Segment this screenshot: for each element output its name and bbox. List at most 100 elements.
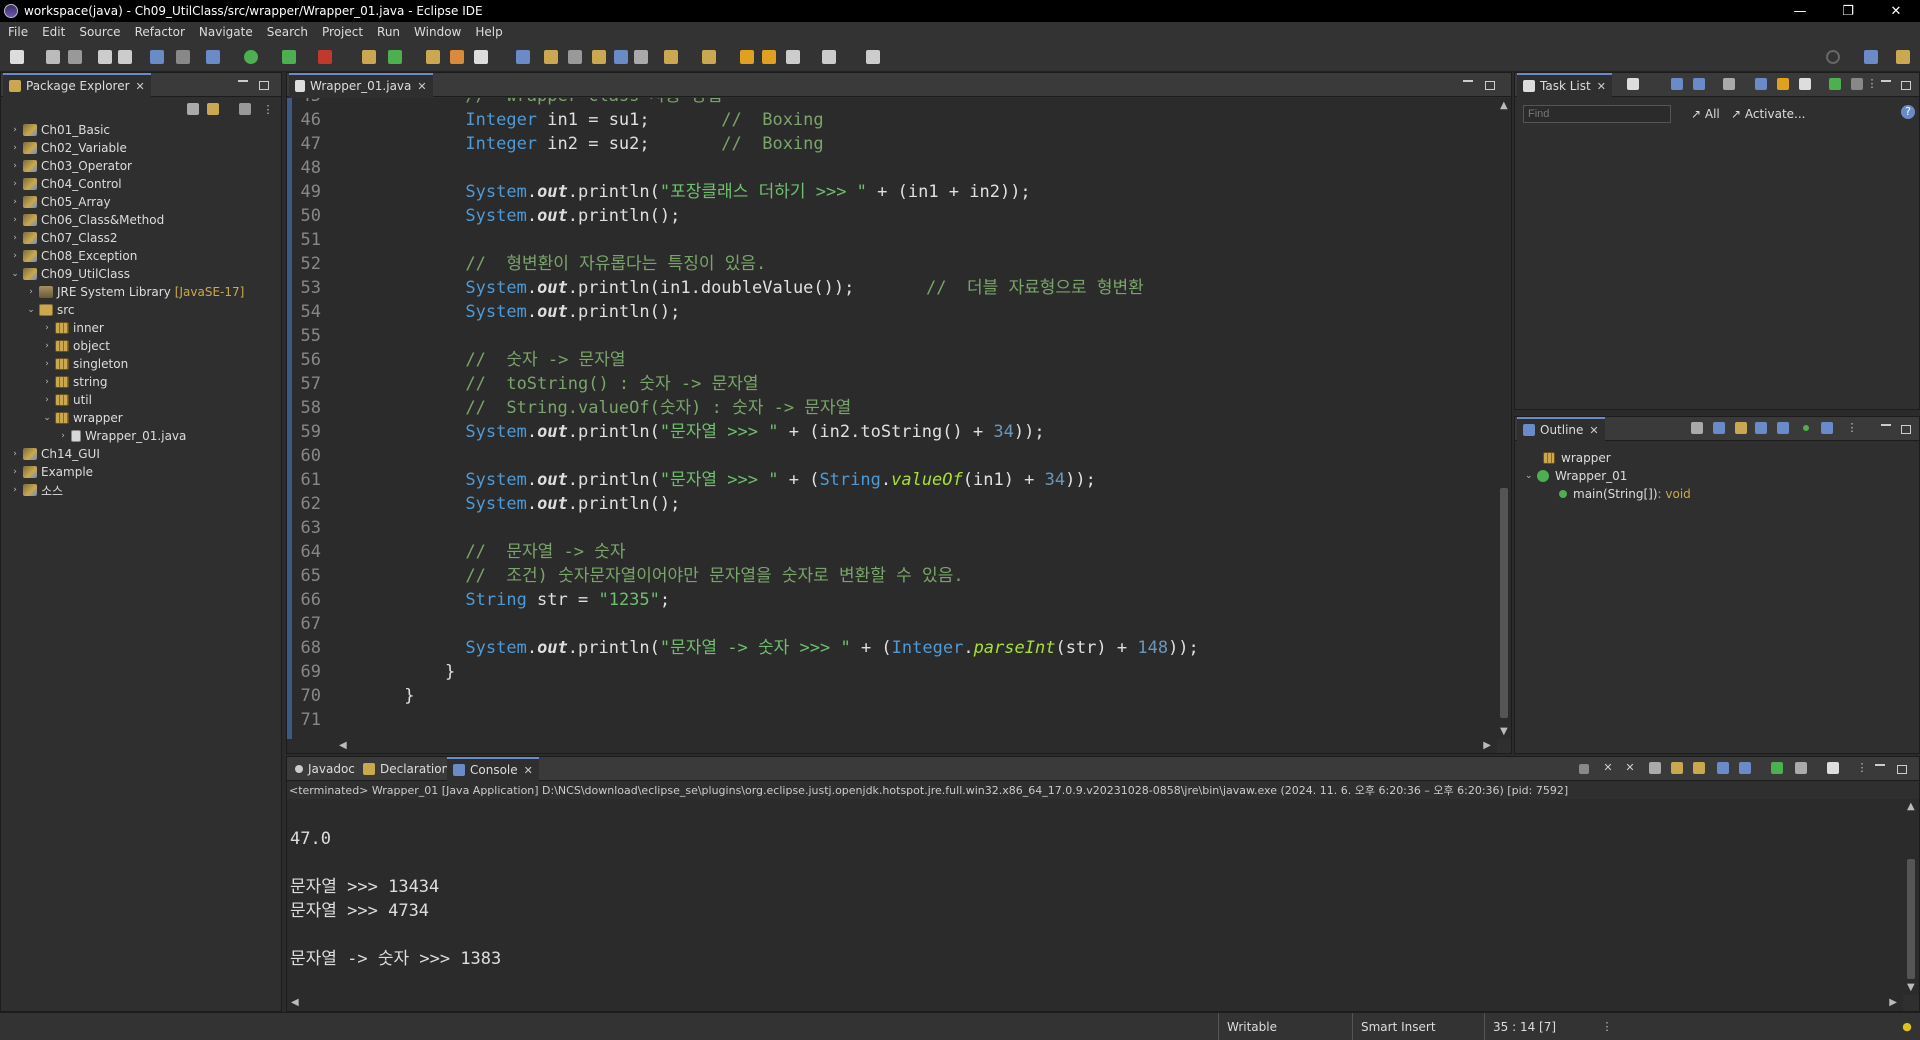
tree-item[interactable]: › Wrapper_01.java — [57, 427, 186, 445]
chevron-right-icon[interactable]: › — [41, 323, 53, 333]
hide-non-public-icon[interactable] — [1803, 425, 1809, 431]
console-output[interactable]: 47.0 문자열 >>> 13434 문자열 >>> 4734 문자열 -> 숫자 >… — [287, 799, 1903, 995]
scheduled-icon[interactable] — [1693, 78, 1705, 90]
debug-icon[interactable] — [206, 50, 220, 64]
menu-file[interactable]: File — [4, 25, 38, 39]
tree-item[interactable]: › Ch08_Exception — [9, 247, 137, 265]
scroll-lock-icon[interactable] — [1671, 762, 1683, 774]
tree-item[interactable]: › inner — [41, 319, 104, 337]
tab-package-explorer[interactable]: Package Explorer ✕ — [3, 73, 151, 97]
all-tasks-link[interactable]: ↗ All — [1691, 107, 1720, 121]
menu-window[interactable]: Window — [410, 25, 471, 39]
link-with-editor-icon[interactable] — [207, 103, 219, 115]
minimize-view-icon[interactable] — [1881, 80, 1891, 82]
java-perspective-icon[interactable] — [1896, 50, 1910, 64]
outline-class[interactable]: ⌄ Wrapper_01 — [1525, 467, 1627, 485]
menu-refactor[interactable]: Refactor — [131, 25, 195, 39]
close-icon[interactable]: ✕ — [524, 764, 533, 777]
tab-task-list[interactable]: Task List ✕ — [1517, 73, 1612, 97]
menu-project[interactable]: Project — [318, 25, 373, 39]
chevron-right-icon[interactable]: › — [9, 125, 21, 135]
remove-all-terminated-icon[interactable]: ✕ — [1623, 761, 1637, 775]
new-java-project-icon[interactable] — [362, 50, 376, 64]
hide-completed-icon[interactable] — [1755, 78, 1767, 90]
scroll-thumb[interactable] — [1500, 488, 1508, 718]
sort-icon[interactable] — [1735, 422, 1747, 434]
minimize-view-icon[interactable] — [1875, 764, 1885, 766]
collapse-all-icon[interactable] — [1713, 422, 1725, 434]
maximize-button[interactable]: ❐ — [1828, 0, 1868, 22]
maximize-view-icon[interactable] — [1485, 81, 1495, 90]
scroll-down-icon[interactable]: ▼ — [1500, 726, 1508, 737]
tree-item[interactable]: › Example — [9, 463, 93, 481]
skip-breakpoints-icon[interactable] — [176, 50, 190, 64]
view-menu-icon[interactable]: ⋮ — [1845, 421, 1859, 435]
chevron-right-icon[interactable]: › — [9, 143, 21, 153]
tree-item[interactable]: › singleton — [41, 355, 128, 373]
pin-editor-icon[interactable] — [866, 50, 880, 64]
help-icon[interactable]: ? — [1901, 105, 1915, 119]
save-icon[interactable] — [46, 50, 60, 64]
menu-source[interactable]: Source — [75, 25, 130, 39]
show-whitespace-icon[interactable] — [614, 50, 628, 64]
pin-console-icon[interactable] — [1771, 762, 1783, 774]
tip-lightbulb-icon[interactable]: ● — [1900, 1020, 1914, 1034]
status-menu-icon[interactable]: ⋮ — [1600, 1020, 1614, 1034]
tree-item[interactable]: › Ch05_Array — [9, 193, 110, 211]
console-vertical-scrollbar[interactable]: ▲ ▼ — [1903, 799, 1919, 995]
tree-item[interactable]: › Ch01_Basic — [9, 121, 110, 139]
synchronize-icon[interactable] — [1829, 78, 1841, 90]
collapse-all-icon[interactable] — [187, 103, 199, 115]
minimize-view-icon[interactable] — [1881, 424, 1891, 426]
maximize-view-icon[interactable] — [1901, 425, 1911, 434]
view-menu-icon[interactable]: ⋮ — [261, 103, 275, 117]
close-icon[interactable]: ✕ — [136, 80, 145, 93]
menu-navigate[interactable]: Navigate — [195, 25, 263, 39]
menu-edit[interactable]: Edit — [38, 25, 75, 39]
focus-active-task-icon[interactable] — [1691, 422, 1703, 434]
save-all-icon[interactable] — [68, 50, 82, 64]
last-edit-icon[interactable] — [740, 50, 754, 64]
tab-declaration[interactable]: Declaration — [357, 757, 455, 781]
chevron-down-icon[interactable]: ⌄ — [41, 413, 53, 423]
editor-vertical-scrollbar[interactable]: ▲ ▼ — [1497, 98, 1511, 739]
chevron-right-icon[interactable]: › — [41, 359, 53, 369]
close-icon[interactable]: ✕ — [1589, 424, 1598, 437]
console-horizontal-scrollbar[interactable]: ◀ ▶ — [287, 995, 1903, 1011]
chevron-right-icon[interactable]: › — [9, 467, 21, 477]
collapse-tasks-icon[interactable] — [1777, 78, 1789, 90]
show-on-error-icon[interactable] — [1739, 762, 1751, 774]
run-icon[interactable] — [244, 50, 258, 64]
tree-item[interactable]: › Ch14_GUI — [9, 445, 100, 463]
terminate-icon[interactable] — [1579, 764, 1589, 774]
tab-wrapper-01-java[interactable]: Wrapper_01.java ✕ — [289, 73, 433, 97]
search-tool-icon[interactable] — [474, 50, 488, 64]
maximize-view-icon[interactable] — [1901, 81, 1911, 90]
show-on-output-icon[interactable] — [1717, 762, 1729, 774]
new-class-icon[interactable] — [388, 50, 402, 64]
menu-run[interactable]: Run — [373, 25, 410, 39]
filter-icon[interactable] — [239, 103, 251, 115]
expand-tasks-icon[interactable] — [1799, 78, 1811, 90]
view-menu-icon[interactable]: ⋮ — [1865, 77, 1879, 91]
view-menu-icon[interactable]: ⋮ — [1855, 761, 1869, 775]
chevron-right-icon[interactable]: › — [9, 485, 21, 495]
tree-item[interactable]: ⌄ Ch09_UtilClass — [9, 265, 130, 283]
chevron-right-icon[interactable]: › — [9, 215, 21, 225]
minimize-view-icon[interactable] — [238, 80, 248, 82]
chevron-right-icon[interactable]: › — [9, 179, 21, 189]
code-area[interactable]: 45 // wrapper class 사용 방법 46 Integer in1 = … — [287, 98, 1497, 739]
toggle-mark-occurrences-icon[interactable] — [516, 50, 530, 64]
tab-javadoc[interactable]: Javadoc — [289, 757, 361, 781]
chevron-right-icon[interactable]: › — [9, 197, 21, 207]
redo-icon[interactable] — [118, 50, 132, 64]
scroll-left-icon[interactable]: ◀ — [291, 997, 299, 1008]
new-icon[interactable] — [10, 50, 24, 64]
search-icon[interactable] — [1826, 50, 1840, 64]
undo-icon[interactable] — [98, 50, 112, 64]
chevron-right-icon[interactable]: › — [57, 431, 69, 441]
chevron-down-icon[interactable]: ⌄ — [1525, 471, 1537, 481]
close-button[interactable]: ✕ — [1876, 0, 1916, 22]
word-wrap-icon[interactable] — [1693, 762, 1705, 774]
close-icon[interactable]: ✕ — [417, 80, 426, 93]
